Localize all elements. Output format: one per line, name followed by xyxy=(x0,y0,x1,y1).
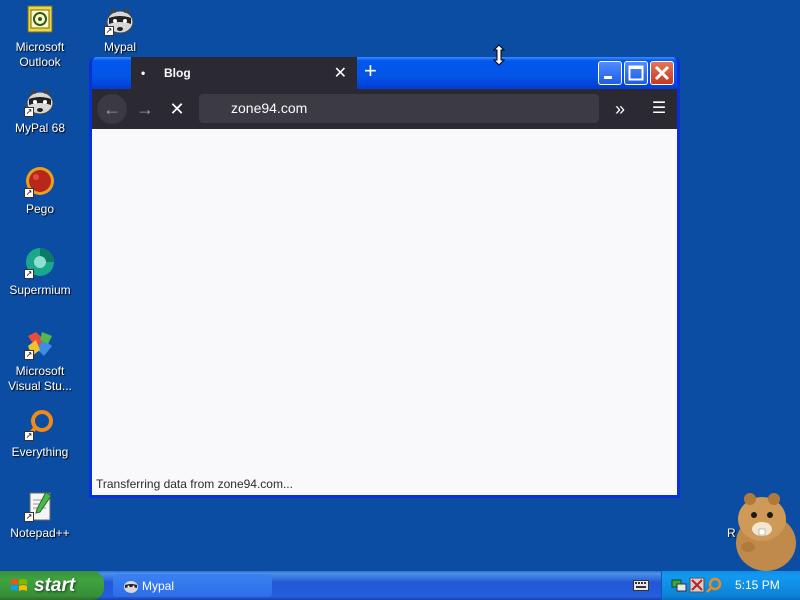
clock[interactable]: 5:15 PM xyxy=(735,578,780,592)
desktop-icon-label: Microsoft Outlook xyxy=(15,40,65,69)
desktop-icon-label: Pego xyxy=(25,202,55,216)
back-button[interactable]: ← xyxy=(97,94,127,124)
network-icon[interactable] xyxy=(671,577,687,593)
desktop-icon-pego[interactable]: ↗ Pego xyxy=(1,166,79,217)
stop-button[interactable]: ✕ xyxy=(162,94,192,124)
taskbar: start Mypal 5:15 PM xyxy=(0,571,800,600)
search-icon[interactable] xyxy=(706,577,722,593)
menu-button[interactable]: ☰ xyxy=(644,94,674,124)
desktop-icon-visual-studio[interactable]: ↗ Microsoft Visual Stu... xyxy=(1,328,79,394)
desktop-icon-mypal[interactable]: ↗ Mypal xyxy=(81,4,159,55)
shortcut-arrow-icon: ↗ xyxy=(24,188,34,198)
desktop-icon-label: Notepad++ xyxy=(10,526,70,540)
shortcut-arrow-icon: ↗ xyxy=(104,26,114,36)
maximize-icon xyxy=(628,65,644,81)
taskbar-button-label: Mypal xyxy=(142,579,175,593)
desktop-icon-label: Mypal xyxy=(103,40,136,54)
overflow-button[interactable]: » xyxy=(605,94,635,124)
start-label: start xyxy=(34,575,76,596)
minimize-icon xyxy=(604,76,612,79)
maximize-button[interactable] xyxy=(624,61,648,85)
address-bar[interactable]: zone94.com xyxy=(199,94,599,123)
taskbar-button-mypal[interactable]: Mypal xyxy=(113,574,272,597)
windows-logo-icon xyxy=(11,579,27,591)
hamster-mascot-icon[interactable] xyxy=(726,485,800,571)
title-bar[interactable]: • Blog ✕ + xyxy=(92,57,677,89)
outlook-icon xyxy=(24,4,56,36)
resize-cursor-icon xyxy=(493,44,505,66)
status-text: Transferring data from zone94.com... xyxy=(96,477,293,491)
close-button[interactable] xyxy=(650,61,674,85)
shortcut-arrow-icon: ↗ xyxy=(24,512,34,522)
mypal-raccoon-icon: ↗ xyxy=(24,85,56,117)
new-tab-icon[interactable]: + xyxy=(364,59,377,83)
keyboard-icon[interactable] xyxy=(633,578,649,592)
system-tray: 5:15 PM xyxy=(661,571,800,600)
shortcut-arrow-icon: ↗ xyxy=(24,269,34,279)
supermium-icon: ↗ xyxy=(24,247,56,279)
forward-button[interactable]: → xyxy=(130,94,160,124)
tab-close-icon[interactable]: ✕ xyxy=(334,63,347,83)
tab-title: Blog xyxy=(164,66,191,80)
address-bar-url: zone94.com xyxy=(231,100,308,116)
start-button[interactable]: start xyxy=(0,571,104,600)
mypal-raccoon-icon: ↗ xyxy=(104,4,136,36)
desktop-icon-label: Supermium xyxy=(9,283,71,297)
forward-arrow-icon: → xyxy=(136,99,154,119)
everything-icon: ↗ xyxy=(24,409,56,441)
desktop-icon-label: Everything xyxy=(11,445,69,459)
close-icon xyxy=(654,65,670,81)
shortcut-arrow-icon: ↗ xyxy=(24,350,34,360)
notepadpp-icon: ↗ xyxy=(24,490,56,522)
tab-loading-indicator: • xyxy=(141,66,146,80)
desktop-icon-mypal68[interactable]: ↗ MyPal 68 xyxy=(1,85,79,136)
visual-studio-icon: ↗ xyxy=(24,328,56,360)
desktop-icon-everything[interactable]: ↗ Everything xyxy=(1,409,79,460)
page-content[interactable]: Transferring data from zone94.com... xyxy=(92,129,677,495)
minimize-button[interactable] xyxy=(598,61,622,85)
pego-icon: ↗ xyxy=(24,166,56,198)
shortcut-arrow-icon: ↗ xyxy=(24,431,34,441)
browser-window: • Blog ✕ + ← → ✕ zone94.com » ☰ Transfer… xyxy=(89,57,680,498)
back-arrow-icon: ← xyxy=(103,99,121,119)
desktop-icon-notepadpp[interactable]: ↗ Notepad++ xyxy=(1,490,79,541)
shortcut-arrow-icon: ↗ xyxy=(24,107,34,117)
chevron-double-right-icon: » xyxy=(614,99,625,119)
mypal-raccoon-icon xyxy=(124,581,138,593)
desktop-icon-label: MyPal 68 xyxy=(14,121,66,135)
tab-blog[interactable]: • Blog ✕ xyxy=(131,57,357,89)
hamburger-menu-icon: ☰ xyxy=(651,100,667,117)
desktop-icon-outlook[interactable]: Microsoft Outlook xyxy=(1,4,79,70)
stop-icon: ✕ xyxy=(169,99,185,119)
security-icon[interactable] xyxy=(689,577,705,593)
navigation-toolbar: ← → ✕ zone94.com » ☰ xyxy=(92,89,677,129)
desktop-icon-supermium[interactable]: ↗ Supermium xyxy=(1,247,79,298)
desktop-icon-label: Microsoft Visual Stu... xyxy=(8,364,72,393)
